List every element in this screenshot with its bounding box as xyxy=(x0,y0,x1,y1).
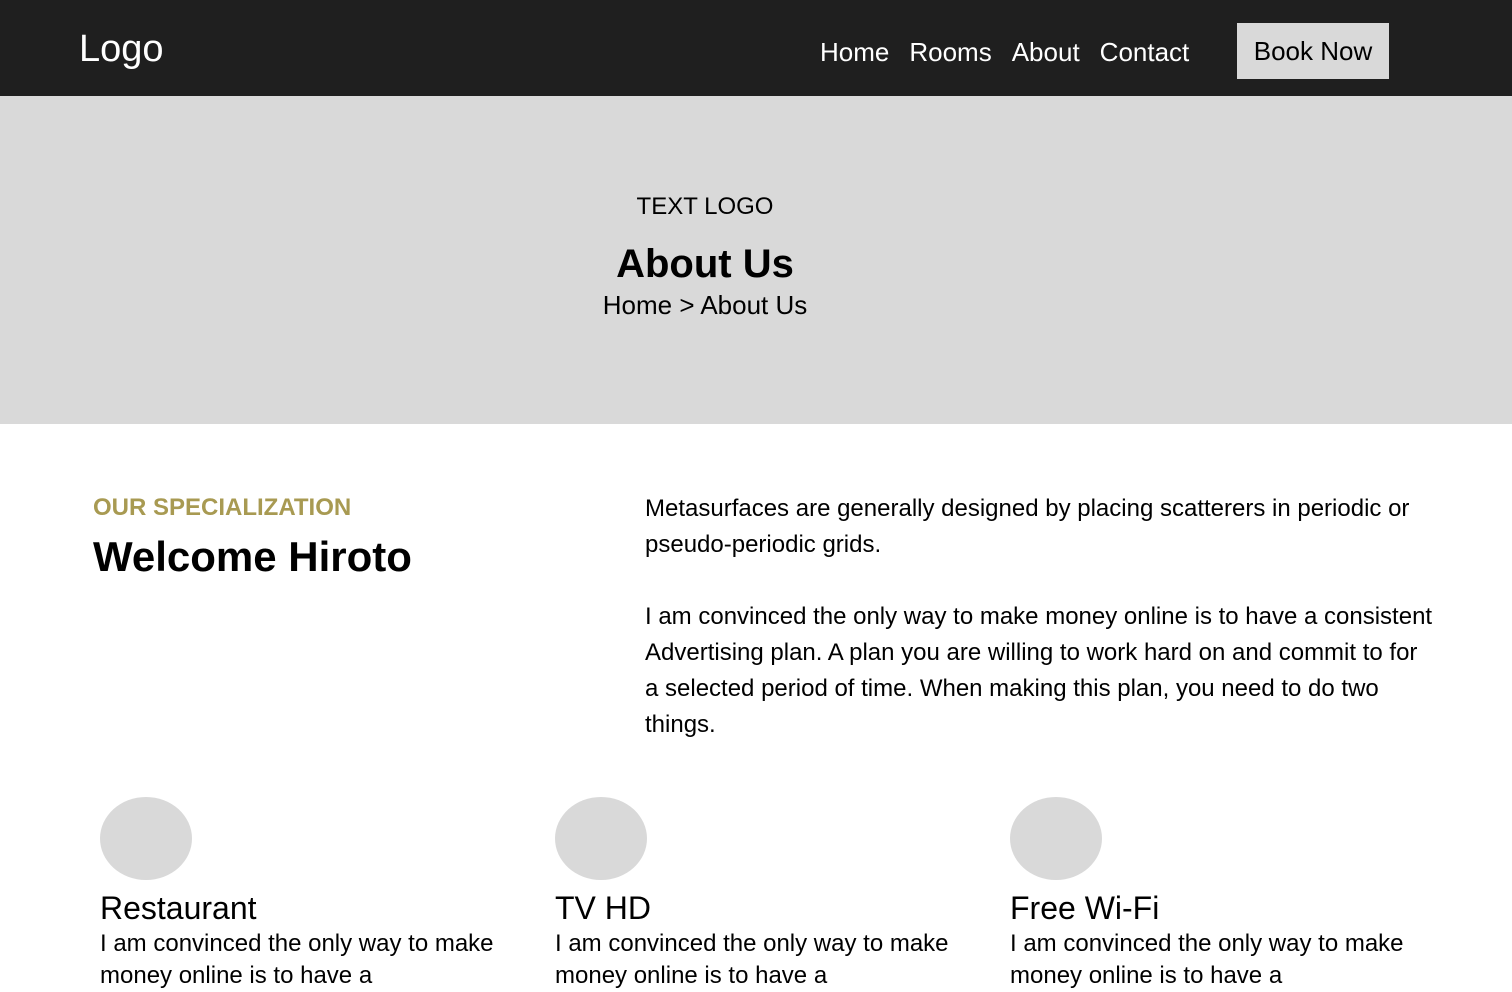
nav-link-about[interactable]: About xyxy=(1012,36,1080,68)
page-title: About Us xyxy=(616,242,794,286)
nav-link-contact[interactable]: Contact xyxy=(1100,36,1190,68)
feature-card-wifi: Free Wi-Fi I am convinced the only way t… xyxy=(1010,797,1430,992)
section-eyebrow: OUR SPECIALIZATION xyxy=(93,494,352,521)
feature-card-restaurant: Restaurant I am convinced the only way t… xyxy=(100,797,520,992)
restaurant-icon xyxy=(100,797,192,880)
feature-title: Free Wi-Fi xyxy=(1010,890,1160,926)
main-nav: Home Rooms About Contact xyxy=(820,36,1189,68)
book-now-button[interactable]: Book Now xyxy=(1237,23,1389,79)
feature-text: I am convinced the only way to make mone… xyxy=(100,930,494,989)
hero-banner: TEXT LOGO About Us Home > About Us xyxy=(0,96,1512,424)
breadcrumb-separator: > xyxy=(679,290,695,320)
breadcrumb: Home > About Us xyxy=(0,289,1410,321)
breadcrumb-current: About Us xyxy=(700,290,808,320)
intro-paragraph: I am convinced the only way to make mone… xyxy=(645,603,1433,738)
feature-card-tv: TV HD I am convinced the only way to mak… xyxy=(555,797,975,992)
feature-title: Restaurant xyxy=(100,890,257,926)
hero-text-logo: TEXT LOGO xyxy=(636,193,774,220)
tv-icon xyxy=(555,797,647,880)
breadcrumb-home[interactable]: Home xyxy=(603,290,672,320)
nav-link-rooms[interactable]: Rooms xyxy=(909,36,991,68)
intro-text: Metasurfaces are generally designed by p… xyxy=(645,491,1435,779)
site-logo[interactable]: Logo xyxy=(79,26,164,72)
section-heading: Welcome Hiroto xyxy=(93,533,412,580)
navbar: Logo Home Rooms About Contact Book Now xyxy=(0,0,1512,96)
wifi-icon xyxy=(1010,797,1102,880)
nav-link-home[interactable]: Home xyxy=(820,36,889,68)
feature-text: I am convinced the only way to make mone… xyxy=(555,930,949,989)
feature-text: I am convinced the only way to make mone… xyxy=(1010,930,1404,989)
intro-paragraph: Metasurfaces are generally designed by p… xyxy=(645,495,1410,558)
feature-title: TV HD xyxy=(555,890,651,926)
